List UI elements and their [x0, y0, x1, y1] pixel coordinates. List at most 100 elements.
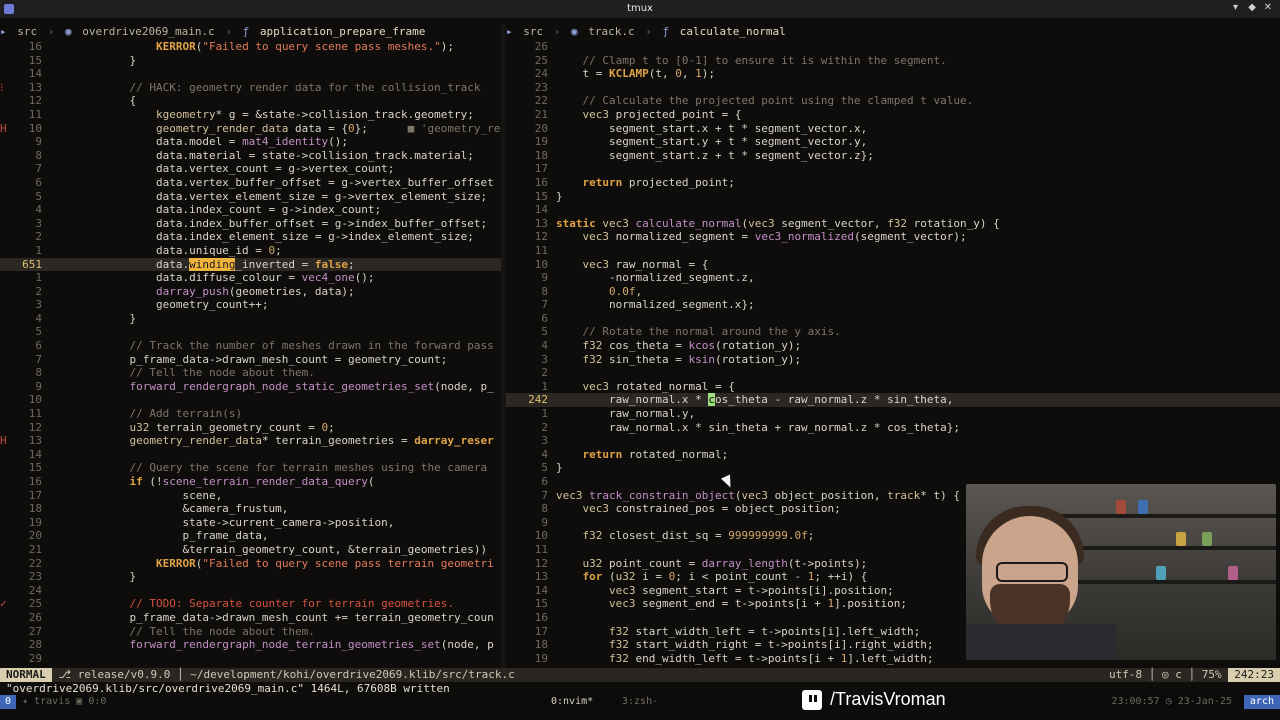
line-code[interactable]: geometry_count++;: [50, 298, 269, 311]
line-code[interactable]: f32 sin_theta = ksin(rotation_y);: [556, 353, 802, 366]
line-code[interactable]: f32 end_width_left = t->points[i + 1].le…: [556, 652, 934, 665]
code-line[interactable]: 4 return rotated_normal;: [506, 448, 1280, 462]
line-code[interactable]: static vec3 calculate_normal(vec3 segmen…: [556, 217, 1000, 230]
line-code[interactable]: t = KCLAMP(t, 0, 1);: [556, 67, 715, 80]
line-code[interactable]: p_frame_data->drawn_mesh_count += terrai…: [50, 611, 493, 624]
line-code[interactable]: f32 cos_theta = kcos(rotation_y);: [556, 339, 802, 352]
line-code[interactable]: // TODO: Separate counter for terrain ge…: [50, 597, 454, 610]
line-code[interactable]: vec3 constrained_pos = object_position;: [556, 502, 841, 515]
line-code[interactable]: KERROR("Failed to query scene pass meshe…: [50, 40, 454, 53]
line-code[interactable]: // Tell the node about them.: [50, 625, 314, 638]
code-line[interactable]: 11 kgeometry* g = &state->collision_trac…: [0, 108, 501, 122]
code-line[interactable]: 5 // Rotate the normal around the y axis…: [506, 325, 1280, 339]
line-code[interactable]: }: [556, 461, 563, 474]
code-line[interactable]: 10 vec3 raw_normal = {: [506, 258, 1280, 272]
line-code[interactable]: scene,: [50, 489, 222, 502]
code-line[interactable]: 18 segment_start.z + t * segment_vector.…: [506, 149, 1280, 163]
line-code[interactable]: vec3 raw_normal = {: [556, 258, 709, 271]
line-code[interactable]: f32 start_width_right = t->points[i].rig…: [556, 638, 934, 651]
line-code[interactable]: data.vertex_element_size = g->vertex_ele…: [50, 190, 487, 203]
code-line[interactable]: 2 data.index_element_size = g->index_ele…: [0, 230, 501, 244]
code-line[interactable]: 24 t = KCLAMP(t, 0, 1);: [506, 67, 1280, 81]
code-line[interactable]: 17 scene,: [0, 489, 501, 503]
line-code[interactable]: segment_start.y + t * segment_vector.y,: [556, 135, 867, 148]
command-line[interactable]: "overdrive2069.klib/src/overdrive2069_ma…: [6, 682, 450, 695]
line-code[interactable]: data.index_buffer_offset = g->index_buff…: [50, 217, 487, 230]
code-lines-left[interactable]: 16 KERROR("Failed to query scene pass me…: [0, 40, 501, 665]
line-code[interactable]: data.unique_id = 0;: [50, 244, 282, 257]
code-line[interactable]: 4 f32 cos_theta = kcos(rotation_y);: [506, 339, 1280, 353]
line-code[interactable]: data.winding_inverted = false;: [50, 257, 355, 271]
tmux-window-active[interactable]: 0:nvim*: [551, 695, 593, 709]
code-line[interactable]: 8 data.material = state->collision_track…: [0, 149, 501, 163]
line-code[interactable]: // Track the number of meshes drawn in t…: [50, 339, 493, 352]
code-line[interactable]: 1 data.diffuse_colour = vec4_one();: [0, 271, 501, 285]
current-code-line[interactable]: 651 data.winding_inverted = false;: [0, 257, 501, 272]
line-code[interactable]: // Calculate the projected point using t…: [556, 94, 974, 107]
code-line[interactable]: 18 &camera_frustum,: [0, 502, 501, 516]
code-line[interactable]: 1 raw_normal.y,: [506, 407, 1280, 421]
line-code[interactable]: forward_rendergraph_node_terrain_geometr…: [50, 638, 493, 651]
code-line[interactable]: 6 data.vertex_buffer_offset = g->vertex_…: [0, 176, 501, 190]
line-code[interactable]: }: [556, 190, 563, 203]
code-line[interactable]: 5 data.vertex_element_size = g->vertex_e…: [0, 190, 501, 204]
code-line[interactable]: 7 normalized_segment.x};: [506, 298, 1280, 312]
line-code[interactable]: vec3 normalized_segment = vec3_normalize…: [556, 230, 967, 243]
code-line[interactable]: 15}: [506, 190, 1280, 204]
code-line[interactable]: 20 p_frame_data,: [0, 529, 501, 543]
line-code[interactable]: // Add terrain(s): [50, 407, 242, 420]
code-line[interactable]: 22 KERROR("Failed to query scene pass te…: [0, 557, 501, 571]
code-line[interactable]: 14: [506, 203, 1280, 217]
code-line[interactable]: 5}: [506, 461, 1280, 475]
code-line[interactable]: 8 0.0f,: [506, 285, 1280, 299]
code-line[interactable]: 14: [0, 448, 501, 462]
code-line[interactable]: 6 // Track the number of meshes drawn in…: [0, 339, 501, 353]
line-code[interactable]: geometry_render_data* terrain_geometries…: [50, 434, 493, 447]
code-line[interactable]: H 10 geometry_render_data data = {0}; ■ '…: [0, 122, 501, 136]
line-code[interactable]: vec3 segment_start = t->points[i].positi…: [556, 584, 894, 597]
code-line[interactable]: 26: [506, 40, 1280, 54]
line-code[interactable]: segment_start.z + t * segment_vector.z};: [556, 149, 874, 162]
line-code[interactable]: raw_normal.x * sin_theta + raw_normal.z …: [556, 421, 960, 434]
line-code[interactable]: return projected_point;: [556, 176, 735, 189]
line-code[interactable]: darray_push(geometries, data);: [50, 285, 355, 298]
code-line[interactable]: 1 data.unique_id = 0;: [0, 244, 501, 258]
code-line[interactable]: 20 segment_start.x + t * segment_vector.…: [506, 122, 1280, 136]
code-line[interactable]: 19 state->current_camera->position,: [0, 516, 501, 530]
maximize-icon[interactable]: ◆: [1248, 2, 1256, 13]
line-code[interactable]: // Clamp t to [0-1] to ensure it is with…: [556, 54, 947, 67]
code-line[interactable]: 19 segment_start.y + t * segment_vector.…: [506, 135, 1280, 149]
code-line[interactable]: 15 }: [0, 54, 501, 68]
line-code[interactable]: forward_rendergraph_node_static_geometri…: [50, 380, 493, 393]
code-line[interactable]: 15 // Query the scene for terrain meshes…: [0, 461, 501, 475]
code-line[interactable]: 14: [0, 67, 501, 81]
crumb-file[interactable]: overdrive2069_main.c: [82, 25, 214, 38]
code-line[interactable]: 16 KERROR("Failed to query scene pass me…: [0, 40, 501, 54]
minimize-icon[interactable]: ▾: [1233, 2, 1238, 13]
code-line[interactable]: 3 data.index_buffer_offset = g->index_bu…: [0, 217, 501, 231]
line-code[interactable]: normalized_segment.x};: [556, 298, 755, 311]
line-code[interactable]: for (u32 i = 0; i < point_count - 1; ++i…: [556, 570, 868, 583]
code-line[interactable]: 7 data.vertex_count = g->vertex_count;: [0, 162, 501, 176]
code-line[interactable]: 28 forward_rendergraph_node_terrain_geom…: [0, 638, 501, 652]
line-code[interactable]: return rotated_normal;: [556, 448, 729, 461]
line-code[interactable]: data.vertex_buffer_offset = g->vertex_bu…: [50, 176, 494, 189]
line-code[interactable]: p_frame_data->drawn_mesh_count = geometr…: [50, 353, 447, 366]
line-code[interactable]: vec3 projected_point = {: [556, 108, 742, 121]
code-line[interactable]: 26 p_frame_data->drawn_mesh_count += ter…: [0, 611, 501, 625]
line-code[interactable]: data.index_element_size = g->index_eleme…: [50, 230, 474, 243]
line-code[interactable]: raw_normal.x * cos_theta - raw_normal.z …: [556, 393, 953, 407]
line-code[interactable]: vec3 track_constrain_object(vec3 object_…: [556, 489, 960, 502]
code-line[interactable]: 24: [0, 584, 501, 598]
line-code[interactable]: u32 terrain_geometry_count = 0;: [50, 421, 334, 434]
line-code[interactable]: // HACK: geometry render data for the co…: [50, 81, 480, 94]
code-line[interactable]: 5: [0, 325, 501, 339]
line-code[interactable]: f32 closest_dist_sq = 999999999.0f;: [556, 529, 815, 542]
code-line[interactable]: 2: [506, 366, 1280, 380]
line-code[interactable]: }: [50, 312, 136, 325]
code-line[interactable]: 6: [506, 312, 1280, 326]
code-line[interactable]: 12 u32 terrain_geometry_count = 0;: [0, 421, 501, 435]
tmux-session-index[interactable]: 0: [0, 695, 17, 709]
code-line[interactable]: 9 data.model = mat4_identity();: [0, 135, 501, 149]
code-line[interactable]: 2 raw_normal.x * sin_theta + raw_normal.…: [506, 421, 1280, 435]
